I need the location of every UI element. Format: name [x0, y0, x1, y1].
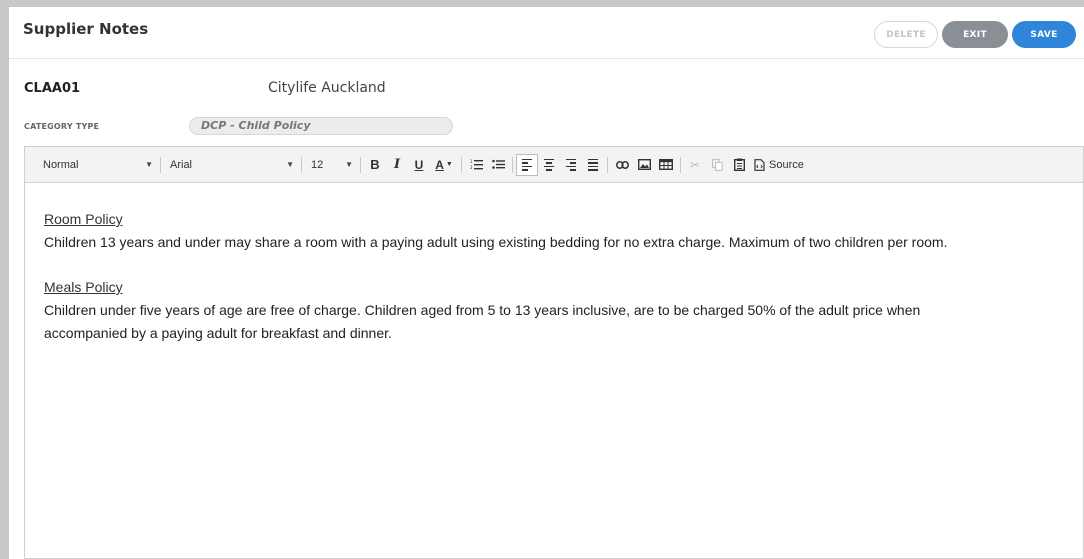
justify-icon[interactable] [582, 154, 604, 176]
align-left-icon[interactable] [516, 153, 538, 176]
dropdown-arrow-icon: ▼ [145, 160, 153, 169]
delete-button[interactable]: DELETE [874, 21, 938, 48]
table-icon[interactable] [655, 154, 677, 176]
link-icon[interactable] [611, 154, 633, 176]
toolbar-separator [461, 156, 462, 173]
numbered-list-icon[interactable]: 12 [465, 154, 487, 176]
exit-button[interactable]: EXIT [942, 21, 1008, 48]
supplier-notes-panel: Supplier Notes DELETE EXIT SAVE CLAA01 C… [9, 7, 1084, 559]
font-size-value: 12 [311, 158, 324, 171]
font-select-value: Arial [170, 158, 193, 171]
align-center-icon[interactable] [538, 154, 560, 176]
bold-button[interactable]: B [364, 154, 386, 176]
header-actions: DELETE EXIT SAVE [874, 21, 1076, 48]
underline-button[interactable]: U [408, 154, 430, 176]
text-color-icon: A [435, 157, 444, 172]
source-icon [754, 158, 765, 171]
font-select[interactable]: Arial ▼ [164, 154, 298, 176]
svg-text:1: 1 [470, 159, 473, 164]
dropdown-arrow-icon: ▼ [286, 160, 294, 169]
align-right-icon[interactable] [560, 154, 582, 176]
toolbar-separator [607, 156, 608, 173]
meals-policy-heading: Meals Policy [44, 279, 123, 295]
meals-policy-text-line-1: Children under five years of age are fre… [44, 302, 921, 318]
category-type-label: CATEGORY TYPE [24, 122, 100, 131]
supplier-name: Citylife Auckland [268, 80, 386, 96]
room-policy-text: Children 13 years and under may share a … [44, 234, 948, 250]
editor-content[interactable]: Room Policy Children 13 years and under … [25, 183, 1083, 345]
cut-icon[interactable]: ✂ [684, 154, 706, 176]
font-size-select[interactable]: 12 ▼ [305, 154, 357, 176]
dropdown-arrow-icon: ▼ [345, 160, 353, 169]
bulleted-list-icon[interactable] [487, 154, 509, 176]
source-label: Source [769, 158, 804, 171]
save-button[interactable]: SAVE [1012, 21, 1076, 48]
toolbar-separator [301, 156, 302, 173]
room-policy-heading: Room Policy [44, 211, 123, 227]
panel-header: Supplier Notes DELETE EXIT SAVE [9, 7, 1084, 59]
page-title: Supplier Notes [23, 20, 149, 38]
format-select-value: Normal [43, 158, 79, 171]
toolbar-separator [160, 156, 161, 173]
toolbar-separator [512, 156, 513, 173]
rich-text-editor: Normal ▼ Arial ▼ 12 ▼ B I U A ▼ 12 ✂ Sou… [24, 146, 1084, 559]
image-icon[interactable] [633, 154, 655, 176]
dropdown-arrow-icon: ▼ [445, 161, 453, 168]
copy-icon[interactable] [706, 154, 728, 176]
toolbar-separator [680, 156, 681, 173]
supplier-code: CLAA01 [24, 81, 81, 96]
paste-icon[interactable] [728, 154, 750, 176]
meals-policy-text-line-2: accompanied by a paying adult for breakf… [44, 325, 392, 341]
editor-toolbar: Normal ▼ Arial ▼ 12 ▼ B I U A ▼ 12 ✂ Sou… [25, 147, 1083, 183]
text-color-button[interactable]: A ▼ [430, 154, 458, 176]
category-type-field[interactable]: DCP - Child Policy [189, 117, 453, 135]
italic-button[interactable]: I [386, 154, 408, 176]
format-select[interactable]: Normal ▼ [29, 154, 157, 176]
toolbar-separator [360, 156, 361, 173]
source-button[interactable]: Source [750, 154, 808, 176]
svg-text:2: 2 [470, 165, 473, 170]
